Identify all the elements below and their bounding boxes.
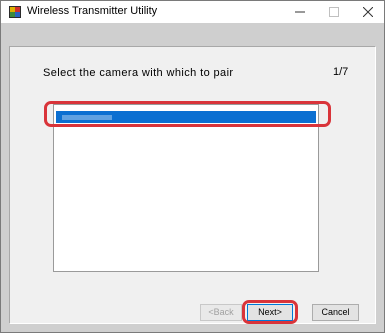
camera-list-item[interactable]	[56, 111, 316, 123]
camera-list[interactable]	[53, 104, 319, 272]
close-icon	[363, 7, 373, 17]
next-button[interactable]: Next>	[247, 304, 293, 321]
back-button[interactable]: <Back	[200, 304, 242, 321]
maximize-icon	[329, 7, 339, 17]
wizard-instruction: Select the camera with which to pair	[43, 67, 234, 79]
cancel-button[interactable]: Cancel	[312, 304, 359, 321]
app-icon	[9, 6, 21, 18]
header-band	[1, 23, 384, 45]
minimize-icon	[295, 11, 305, 13]
redacted-camera-name	[62, 115, 112, 120]
close-button[interactable]	[351, 1, 385, 23]
window-title: Wireless Transmitter Utility	[27, 5, 158, 17]
page-indicator: 1/7	[333, 66, 349, 78]
maximize-button[interactable]	[317, 1, 351, 23]
title-bar[interactable]: Wireless Transmitter Utility	[1, 1, 384, 23]
minimize-button[interactable]	[283, 1, 317, 23]
